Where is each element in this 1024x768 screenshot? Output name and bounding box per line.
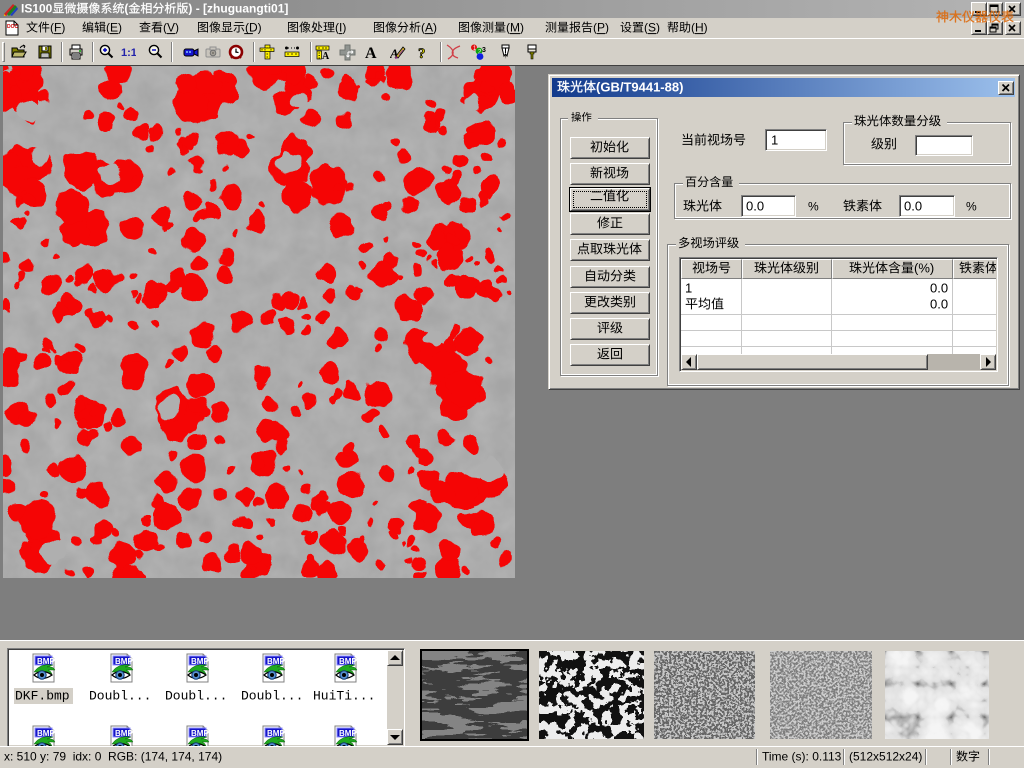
- svg-text:(: (: [124, 2, 128, 16]
- svg-text:0.0: 0.0: [746, 199, 764, 213]
- svg-text:(I): (I): [335, 21, 346, 35]
- svg-text:(A): (A): [421, 21, 437, 35]
- svg-text:0.0: 0.0: [930, 297, 948, 311]
- svg-text:3: 3: [482, 47, 486, 54]
- svg-text:A: A: [365, 45, 377, 60]
- svg-text:示(D): 示(D): [233, 21, 261, 35]
- svg-text:1: 1: [685, 281, 692, 295]
- svg-text:HuiTi...: HuiTi...: [313, 688, 375, 703]
- svg-text:%: %: [966, 200, 977, 214]
- svg-text:(E): (E): [106, 21, 122, 35]
- svg-text:Doubl...: Doubl...: [89, 688, 151, 703]
- svg-text:A: A: [322, 51, 330, 60]
- svg-text:x: 510 y: 79 idx: 0 RGB: (17: x: 510 y: 79 idx: 0 RGB: (174, 174, 174): [4, 750, 222, 764]
- svg-text:0.0: 0.0: [904, 199, 922, 213]
- svg-text:DOC: DOC: [7, 24, 19, 30]
- svg-text:(M): (M): [506, 21, 524, 35]
- svg-text:(S): (S): [644, 21, 660, 35]
- svg-text:) - [zhuguangti01]: ) - [zhuguangti01]: [188, 2, 288, 16]
- svg-text:(F): (F): [50, 21, 65, 35]
- svg-text:(P): (P): [593, 21, 609, 35]
- svg-text:?: ?: [418, 46, 426, 60]
- svg-text:1: 1: [771, 133, 778, 147]
- svg-text:(V): (V): [163, 21, 179, 35]
- svg-text:DKF.bmp: DKF.bmp: [15, 688, 70, 703]
- svg-text:0.0: 0.0: [930, 281, 948, 295]
- svg-text:(512x512x24): (512x512x24): [849, 750, 922, 764]
- svg-text:(H): (H): [691, 21, 708, 35]
- svg-text:Doubl...: Doubl...: [241, 688, 303, 703]
- svg-text:%: %: [808, 200, 819, 214]
- svg-text:1:1: 1:1: [121, 47, 136, 59]
- svg-text:IS100: IS100: [21, 2, 53, 16]
- svg-text:Time (s): 0.113: Time (s): 0.113: [762, 750, 842, 764]
- svg-text:(GB/T9441-88): (GB/T9441-88): [596, 80, 683, 94]
- svg-text:(%): (%): [914, 261, 934, 275]
- svg-text:Doubl...: Doubl...: [165, 688, 227, 703]
